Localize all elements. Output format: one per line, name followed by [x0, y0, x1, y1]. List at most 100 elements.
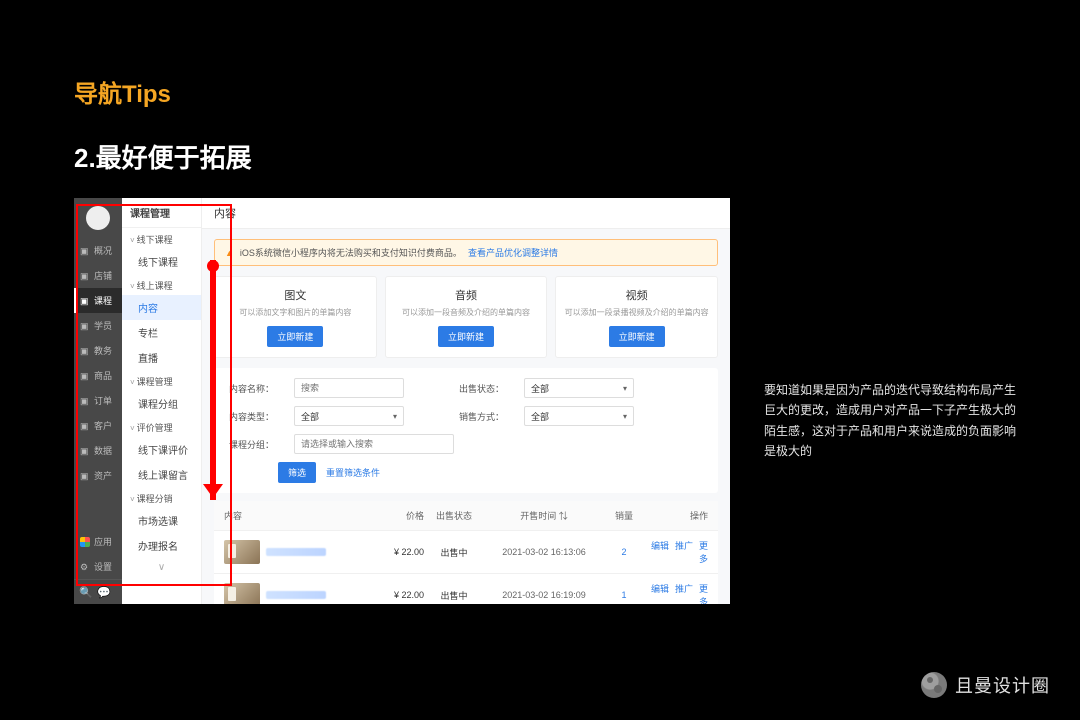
subnav-group[interactable]: 线上课程	[122, 274, 201, 295]
more-link[interactable]: 更多	[699, 541, 708, 564]
rail-item-shop[interactable]: ▣店铺	[74, 263, 122, 288]
rail-label: 客户	[94, 419, 112, 432]
table-header: 内容 价格 出售状态 开售时间 ⇅ 销量 操作	[214, 501, 718, 530]
item-title-blurred	[266, 548, 326, 556]
more-link[interactable]: 更多	[699, 584, 708, 604]
data-icon: ▣	[80, 446, 90, 456]
card-title: 视频	[562, 287, 711, 303]
create-button[interactable]: 立即新建	[609, 326, 665, 347]
subnav-item[interactable]: 课程分组	[122, 391, 201, 416]
page-tips-label: 导航Tips	[74, 74, 171, 109]
card-desc: 可以添加一段录播视频及介绍的单篇内容	[562, 307, 711, 318]
filter-method-select[interactable]: 全部	[524, 406, 634, 426]
shop-icon: ▣	[80, 271, 90, 281]
content-type-cards: 图文可以添加文字和图片的单篇内容立即新建音频可以添加一段音频及介绍的单篇内容立即…	[214, 276, 718, 358]
edit-link[interactable]: 编辑	[651, 541, 669, 551]
cell-price: ¥ 22.00	[374, 547, 424, 557]
rail-item-customer[interactable]: ▣ 客户	[74, 413, 122, 438]
warning-icon: ▲	[225, 248, 234, 258]
cell-status: 出售中	[424, 546, 484, 559]
rail-item-settings[interactable]: ⚙设置	[74, 554, 122, 579]
rail-label: 设置	[94, 560, 112, 573]
cell-actions: 编辑推广更多	[644, 582, 708, 604]
content-card: 视频可以添加一段录播视频及介绍的单篇内容立即新建	[555, 276, 718, 358]
th-time[interactable]: 开售时间 ⇅	[484, 509, 604, 522]
alert-link[interactable]: 查看产品优化调整详情	[468, 246, 558, 259]
card-title: 图文	[221, 287, 370, 303]
rail-label: 商品	[94, 369, 112, 382]
subnav-expand-icon[interactable]: ∨	[122, 558, 201, 577]
create-button[interactable]: 立即新建	[267, 326, 323, 347]
watermark-text: 且曼设计圈	[955, 672, 1050, 698]
cell-sales[interactable]: 1	[604, 590, 644, 600]
create-button[interactable]: 立即新建	[438, 326, 494, 347]
filter-reset-link[interactable]: 重置筛选条件	[326, 466, 380, 479]
app-screenshot: ▣概况▣店铺▣课程▣学员▣教务▣商品▣订单▣客户▣数据▣资产 应用⚙设置 🔍 💬…	[74, 198, 730, 604]
filter-status-select[interactable]: 全部	[524, 378, 634, 398]
content-card: 音频可以添加一段音频及介绍的单篇内容立即新建	[385, 276, 548, 358]
subnav-item[interactable]: 线下课程	[122, 249, 201, 274]
filter-type-label: 内容类型：	[224, 410, 274, 423]
rail-item-academic[interactable]: ▣ 教务	[74, 338, 122, 363]
rail-item-student[interactable]: ▣学员	[74, 313, 122, 338]
rail-item-overview[interactable]: ▣ 概况	[74, 238, 122, 263]
table-row: ¥ 22.00出售中2021-03-02 16:13:062 编辑推广更多	[214, 530, 718, 573]
rail-item-order[interactable]: ▣订单	[74, 388, 122, 413]
page-heading: 2.最好便于拓展	[74, 138, 252, 175]
subnav-extra[interactable]: 办理报名	[122, 533, 201, 558]
cell-time: 2021-03-02 16:13:06	[484, 547, 604, 557]
subnav-item[interactable]: 直播	[122, 345, 201, 370]
rail-label: 学员	[94, 319, 112, 332]
rail-item-asset[interactable]: ▣资产	[74, 463, 122, 488]
rail-label: 订单	[94, 394, 112, 407]
filter-panel: 内容名称： 出售状态： 全部 内容类型： 全部 销售方式： 全部 课程分组： 筛…	[214, 368, 718, 493]
watermark: 且曼设计圈	[921, 672, 1050, 698]
item-thumbnail	[224, 583, 260, 604]
goods-icon: ▣	[80, 371, 90, 381]
wechat-icon	[921, 672, 947, 698]
chat-icon[interactable]: 💬	[98, 586, 110, 598]
subnav-item[interactable]: 专栏	[122, 320, 201, 345]
promote-link[interactable]: 推广	[675, 584, 693, 594]
rail-item-data[interactable]: ▣数据	[74, 438, 122, 463]
item-thumbnail	[224, 540, 260, 564]
cell-sales[interactable]: 2	[604, 547, 644, 557]
rail-item-apps[interactable]: 应用	[74, 529, 122, 554]
rail-footer: 🔍 💬	[74, 579, 122, 604]
card-title: 音频	[392, 287, 541, 303]
rail-label: 教务	[94, 344, 112, 357]
filter-type-select[interactable]: 全部	[294, 406, 404, 426]
search-icon[interactable]: 🔍	[80, 586, 92, 598]
avatar[interactable]	[86, 206, 110, 230]
subnav-group[interactable]: 课程管理	[122, 370, 201, 391]
subnav-item[interactable]: 内容	[122, 295, 201, 320]
subnav-item[interactable]: 线下课评价	[122, 437, 201, 462]
customer-icon: ▣	[80, 421, 90, 431]
main-panel: 内容 ▲ iOS系统微信小程序内将无法购买和支付知识付费商品。 查看产品优化调整…	[202, 198, 730, 604]
subnav-group[interactable]: 课程分销	[122, 487, 201, 508]
filter-submit-button[interactable]: 筛选	[278, 462, 316, 483]
rail-item-course[interactable]: ▣课程	[74, 288, 122, 313]
content-card: 图文可以添加文字和图片的单篇内容立即新建	[214, 276, 377, 358]
card-desc: 可以添加文字和图片的单篇内容	[221, 307, 370, 318]
promote-link[interactable]: 推广	[675, 541, 693, 551]
edit-link[interactable]: 编辑	[651, 584, 669, 594]
filter-name-label: 内容名称：	[224, 382, 274, 395]
filter-group-input[interactable]	[294, 434, 454, 454]
filter-method-label: 销售方式：	[454, 410, 504, 423]
rail-item-goods[interactable]: ▣ 商品	[74, 363, 122, 388]
subnav-item[interactable]: 市场选课	[122, 508, 201, 533]
filter-name-input[interactable]	[294, 378, 404, 398]
secondary-nav: 课程管理 线下课程线下课程线上课程内容专栏直播课程管理课程分组评价管理线下课评价…	[122, 198, 202, 604]
cell-time: 2021-03-02 16:19:09	[484, 590, 604, 600]
subnav-group[interactable]: 评价管理	[122, 416, 201, 437]
filter-status-label: 出售状态：	[454, 382, 504, 395]
content-table: 内容 价格 出售状态 开售时间 ⇅ 销量 操作 ¥ 22.00出售中2021-0…	[214, 501, 718, 604]
subnav-group[interactable]: 线下课程	[122, 228, 201, 249]
overview-icon: ▣	[80, 246, 90, 256]
subnav-title: 课程管理	[122, 198, 201, 228]
subnav-item[interactable]: 线上课留言	[122, 462, 201, 487]
academic-icon: ▣	[80, 346, 90, 356]
rail-label: 概况	[94, 244, 112, 257]
rail-label: 应用	[94, 535, 112, 548]
